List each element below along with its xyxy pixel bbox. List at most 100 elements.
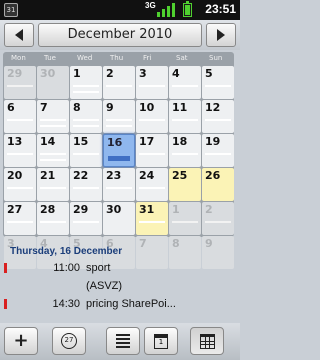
day-number: 30 — [40, 67, 56, 80]
signal-bar — [162, 9, 165, 17]
calendar-notification-icon[interactable]: 31 — [4, 3, 18, 17]
agenda-item[interactable]: (ASVZ) — [0, 278, 240, 294]
day-number: 16 — [107, 136, 123, 149]
day-number: 19 — [205, 135, 221, 148]
day-number: 23 — [106, 169, 122, 182]
event-indicator — [205, 119, 231, 121]
day-number: 1 — [73, 67, 81, 80]
event-indicator — [73, 85, 99, 87]
day-cell[interactable]: 13 — [4, 134, 36, 167]
event-indicator — [7, 187, 33, 189]
agenda-item-title: pricing SharePoi... — [86, 298, 176, 310]
day-cell[interactable]: 14 — [37, 134, 69, 167]
day-cell[interactable]: 6 — [4, 100, 36, 133]
day-cell[interactable]: 12 — [202, 100, 234, 133]
day-cell[interactable]: 31 — [136, 202, 168, 235]
status-bar: 31 3G 23:51 — [0, 0, 240, 20]
day-number: 26 — [205, 169, 221, 182]
day-cell[interactable]: 10 — [136, 100, 168, 133]
agenda-item-title: sport — [86, 262, 111, 274]
day-cell[interactable]: 15 — [70, 134, 102, 167]
go-to-date-button[interactable]: 27 — [52, 327, 86, 355]
event-indicator — [108, 156, 130, 161]
day-cell[interactable]: 29 — [70, 202, 102, 235]
day-number: 9 — [106, 101, 114, 114]
event-indicator — [73, 91, 99, 93]
month-navigation: December 2010 — [0, 20, 240, 50]
day-cell[interactable]: 2 — [103, 66, 135, 99]
next-month-button[interactable] — [206, 23, 236, 47]
day-cell[interactable]: 19 — [202, 134, 234, 167]
agenda-item[interactable]: 11:00 sport — [0, 260, 240, 276]
day-cell[interactable]: 28 — [37, 202, 69, 235]
agenda-view-button[interactable] — [106, 327, 140, 355]
event-indicator — [73, 187, 99, 189]
event-indicator — [106, 125, 132, 127]
weekday-label: Sat — [176, 54, 188, 62]
day-cell[interactable]: 4 — [169, 66, 201, 99]
day-number: 29 — [7, 67, 23, 80]
agenda-item[interactable]: 14:30 pricing SharePoi... — [0, 296, 240, 312]
day-cell[interactable]: 18 — [169, 134, 201, 167]
day-cell[interactable]: 8 — [70, 100, 102, 133]
agenda-panel: Thursday, 16 December 11:00 sport (ASVZ) 14… — [0, 240, 240, 322]
bottom-toolbar: +27 1 — [0, 323, 240, 360]
day-number: 1 — [172, 203, 180, 216]
day-cell[interactable]: 24 — [136, 168, 168, 201]
day-number: 24 — [139, 169, 155, 182]
day-cell[interactable]: 9 — [103, 100, 135, 133]
agenda-item-title: (ASVZ) — [86, 280, 123, 292]
day-number: 10 — [139, 101, 155, 114]
day-cell[interactable]: 21 — [37, 168, 69, 201]
weekday-label: Sun — [209, 54, 223, 62]
day-cell[interactable]: 20 — [4, 168, 36, 201]
new-event-button[interactable]: + — [4, 327, 38, 355]
day-cell[interactable]: 3 — [136, 66, 168, 99]
day-cell[interactable]: 17 — [136, 134, 168, 167]
day-cell[interactable]: 11 — [169, 100, 201, 133]
day-number: 13 — [7, 135, 23, 148]
month-grid-icon — [199, 333, 215, 349]
day-cell[interactable]: 23 — [103, 168, 135, 201]
day-cell[interactable]: 30 — [37, 66, 69, 99]
event-indicator — [205, 153, 231, 155]
day-cell[interactable]: 1 — [70, 66, 102, 99]
previous-month-button[interactable] — [4, 23, 34, 47]
battery-icon — [183, 1, 192, 17]
day-number: 3 — [139, 67, 147, 80]
month-title[interactable]: December 2010 — [38, 23, 202, 47]
event-indicator — [73, 125, 99, 127]
event-indicator — [139, 153, 165, 155]
day-cell[interactable]: 22 — [70, 168, 102, 201]
event-indicator — [7, 153, 33, 155]
day-calendar-icon: 1 — [154, 333, 168, 349]
plus-icon: + — [13, 330, 29, 351]
list-icon — [116, 334, 130, 348]
event-indicator — [7, 221, 33, 223]
day-number: 28 — [40, 203, 56, 216]
day-number: 2 — [205, 203, 213, 216]
day-view-button[interactable]: 1 — [144, 327, 178, 355]
event-indicator — [40, 153, 66, 155]
day-cell[interactable]: 26 — [202, 168, 234, 201]
day-cell[interactable]: 5 — [202, 66, 234, 99]
weekday-header: Mon Tue Wed Thu Fri Sat Sun — [3, 52, 234, 65]
event-indicator — [40, 125, 66, 127]
day-number: 20 — [7, 169, 23, 182]
month-view-button[interactable] — [190, 327, 224, 355]
day-cell[interactable]: 2 — [202, 202, 234, 235]
day-cell[interactable]: 25 — [169, 168, 201, 201]
event-indicator — [172, 153, 198, 155]
event-indicator — [139, 187, 165, 189]
day-cell[interactable]: 1 — [169, 202, 201, 235]
event-indicator — [40, 119, 66, 121]
day-number: 21 — [40, 169, 56, 182]
weekday-label: Wed — [77, 54, 93, 62]
day-cell[interactable]: 27 — [4, 202, 36, 235]
day-cell[interactable]: 7 — [37, 100, 69, 133]
day-cell[interactable]: 30 — [103, 202, 135, 235]
weekday-label: Fri — [143, 54, 152, 62]
day-number: 8 — [73, 101, 81, 114]
day-cell[interactable]: 29 — [4, 66, 36, 99]
day-cell-today[interactable]: 16 — [103, 134, 135, 167]
